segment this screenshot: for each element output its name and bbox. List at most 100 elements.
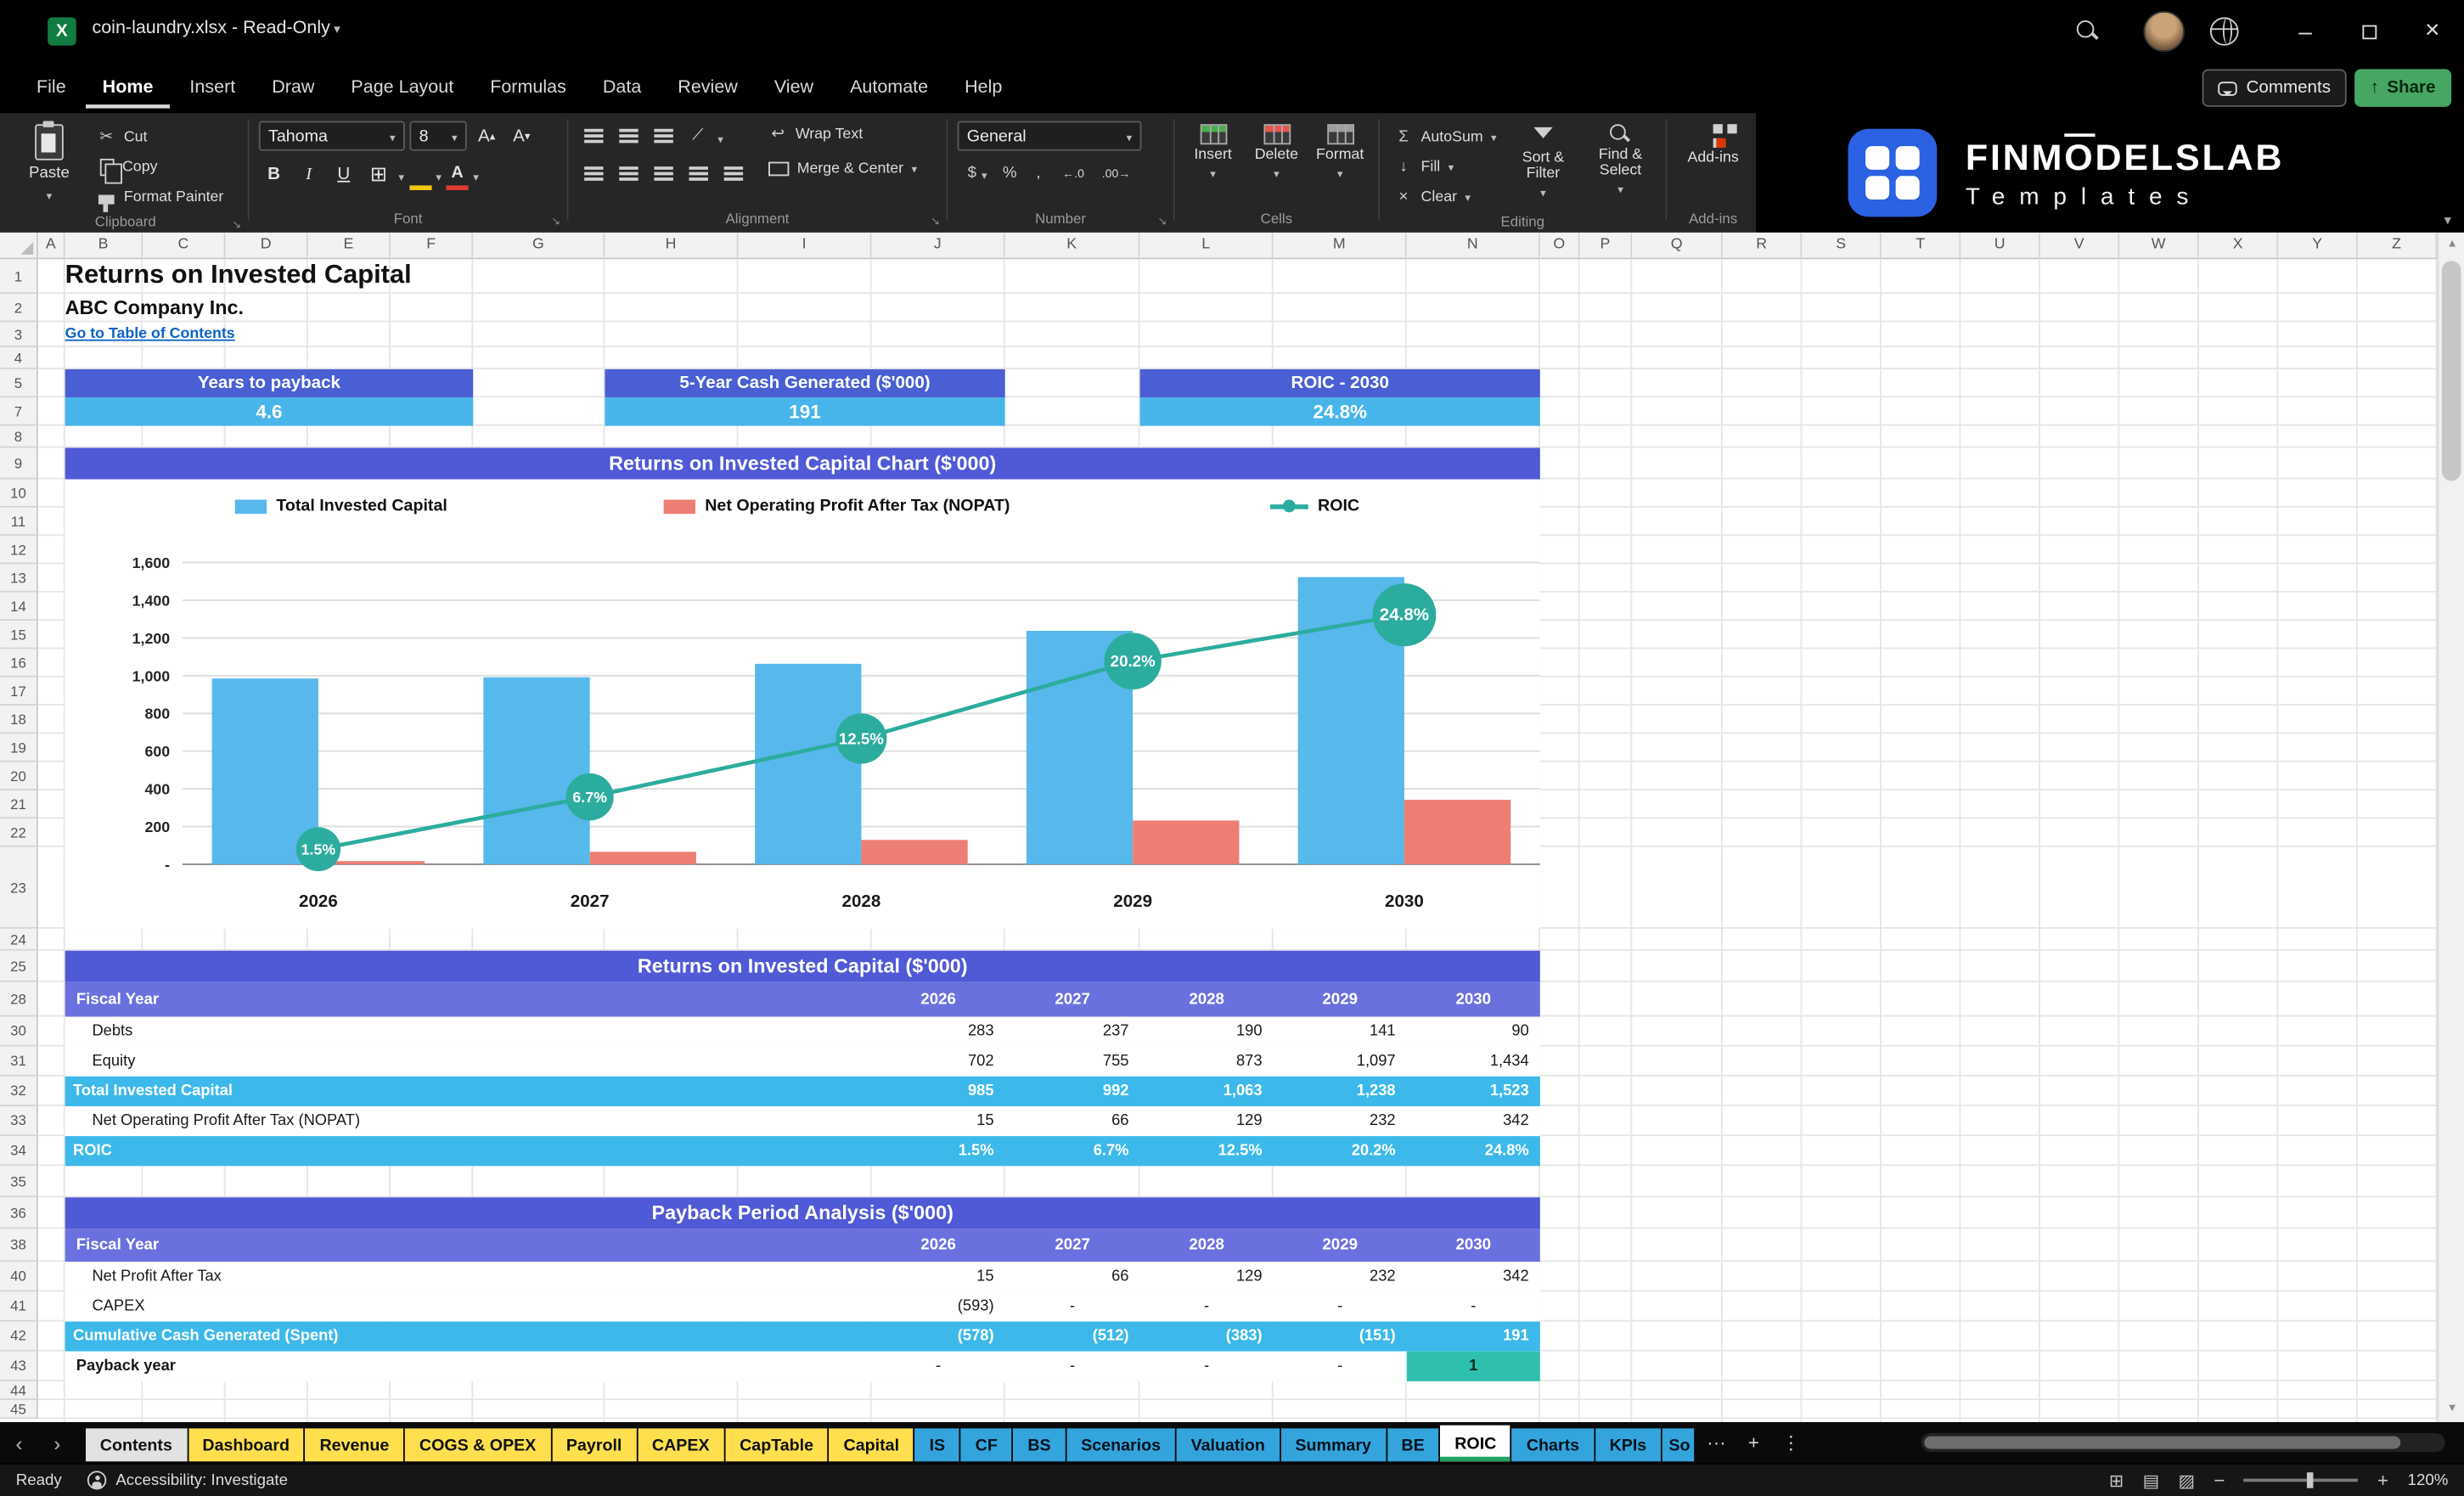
column-header-L[interactable]: L xyxy=(1139,232,1274,260)
column-header-O[interactable]: O xyxy=(1539,232,1580,260)
align-center-button[interactable] xyxy=(613,159,644,188)
sheet-tab-bs[interactable]: BS xyxy=(1013,1428,1066,1462)
cell-cumulative-cash-generated-spent--2028[interactable]: (383) xyxy=(1140,1322,1274,1352)
align-left-button[interactable] xyxy=(578,159,609,188)
column-header-R[interactable]: R xyxy=(1722,232,1803,260)
row-header-34[interactable]: 34 xyxy=(0,1136,38,1167)
vertical-scroll-thumb[interactable] xyxy=(2441,261,2461,481)
column-header-X[interactable]: X xyxy=(2198,232,2279,260)
table-banner-1[interactable]: Returns on Invested Capital ($'000) xyxy=(65,950,1540,982)
ribbon-tab-insert[interactable]: Insert xyxy=(172,69,253,108)
table-row[interactable]: Equity 702 755 873 1,097 1,434 xyxy=(65,1046,1540,1077)
sheet-tab-revenue[interactable]: Revenue xyxy=(305,1428,404,1462)
column-header-N[interactable]: N xyxy=(1406,232,1540,260)
row-header-35[interactable]: 35 xyxy=(0,1166,38,1198)
minimize-button[interactable] xyxy=(2274,0,2337,63)
font-color-button[interactable] xyxy=(446,163,469,190)
cell-debts-2027[interactable]: 237 xyxy=(1005,1016,1140,1046)
zoom-slider[interactable] xyxy=(2243,1472,2359,1488)
sheet-tab-is[interactable]: IS xyxy=(914,1428,959,1462)
number-format-combo[interactable]: General xyxy=(957,121,1142,151)
cut-button[interactable]: Cut xyxy=(92,124,228,150)
cell-total-invested-capital-2030[interactable]: 1,523 xyxy=(1407,1077,1540,1106)
dialog-launcher-icon[interactable] xyxy=(1157,212,1167,234)
cell-equity-2030[interactable]: 1,434 xyxy=(1407,1047,1540,1077)
scroll-up-icon[interactable]: ▲ xyxy=(2439,233,2464,258)
column-header-I[interactable]: I xyxy=(738,232,872,260)
roic-chart[interactable]: Total Invested Capital Net Operating Prof… xyxy=(65,479,1540,929)
sheet-nav-left-icon[interactable]: ‹ xyxy=(0,1431,38,1454)
column-header-G[interactable]: G xyxy=(473,232,605,260)
paste-button[interactable]: Paste xyxy=(13,121,86,205)
row-header-20[interactable]: 20 xyxy=(0,762,38,790)
sheet-tab-valuation[interactable]: Valuation xyxy=(1176,1428,1280,1462)
delete-cells-button[interactable]: Delete xyxy=(1248,121,1305,184)
row-header-38[interactable]: 38 xyxy=(0,1229,38,1263)
zoom-in-icon[interactable]: + xyxy=(2377,1469,2388,1491)
page-layout-view-icon[interactable]: ▤ xyxy=(2143,1470,2159,1490)
row-header-44[interactable]: 44 xyxy=(0,1381,38,1401)
row-header-41[interactable]: 41 xyxy=(0,1291,38,1322)
row-header-11[interactable]: 11 xyxy=(0,507,38,537)
row-header-31[interactable]: 31 xyxy=(0,1046,38,1077)
decrease-indent-button[interactable] xyxy=(683,159,713,188)
column-header-Z[interactable]: Z xyxy=(2357,232,2438,260)
row-header-15[interactable]: 15 xyxy=(0,621,38,650)
ribbon-tab-formulas[interactable]: Formulas xyxy=(473,69,584,108)
row-header-24[interactable]: 24 xyxy=(0,928,38,951)
table-row[interactable]: Cumulative Cash Generated (Spent) (578) (5… xyxy=(65,1321,1540,1352)
ribbon-tab-page-layout[interactable]: Page Layout xyxy=(334,69,471,108)
wrap-text-button[interactable]: Wrap Text xyxy=(763,121,921,148)
column-header-T[interactable]: T xyxy=(1881,232,1961,260)
table-row[interactable]: Net Operating Profit After Tax (NOPAT) 15… xyxy=(65,1105,1540,1137)
cell-net-profit-after-tax-2029[interactable]: 232 xyxy=(1274,1262,1407,1291)
row-header-28[interactable]: 28 xyxy=(0,981,38,1017)
ribbon-tab-data[interactable]: Data xyxy=(585,69,659,108)
increase-indent-button[interactable] xyxy=(717,159,748,188)
cell-net-profit-after-tax-2028[interactable]: 129 xyxy=(1140,1262,1274,1291)
cell-cumulative-cash-generated-spent--2027[interactable]: (512) xyxy=(1005,1322,1140,1352)
cell-cumulative-cash-generated-spent--2030[interactable]: 191 xyxy=(1407,1322,1540,1352)
more-sheets-button[interactable]: ··· xyxy=(1707,1431,1725,1454)
table-row[interactable]: ROIC 1.5% 6.7% 12.5% 20.2% 24.8% xyxy=(65,1136,1540,1167)
bold-button[interactable] xyxy=(259,159,290,188)
column-header-M[interactable]: M xyxy=(1273,232,1407,260)
row-header-42[interactable]: 42 xyxy=(0,1321,38,1352)
comments-button[interactable]: Comments xyxy=(2202,69,2347,107)
cell-capex-2029[interactable]: - xyxy=(1274,1291,1407,1321)
column-header-W[interactable]: W xyxy=(2119,232,2199,260)
cell-capex-2030[interactable]: - xyxy=(1407,1291,1540,1321)
page-break-view-icon[interactable]: ▨ xyxy=(2178,1470,2194,1490)
cell-roic-2028[interactable]: 12.5% xyxy=(1140,1136,1274,1166)
column-header-Y[interactable]: Y xyxy=(2278,232,2358,260)
sheet-tab-capex[interactable]: CAPEX xyxy=(638,1428,724,1462)
sheet-tab-summary[interactable]: Summary xyxy=(1280,1428,1386,1462)
font-size-combo[interactable]: 8 xyxy=(409,121,467,151)
sheet-tab-payroll[interactable]: Payroll xyxy=(552,1428,637,1462)
align-top-button[interactable] xyxy=(578,121,609,151)
cell-cumulative-cash-generated-spent--2029[interactable]: (151) xyxy=(1274,1322,1407,1352)
copy-button[interactable]: Copy xyxy=(92,154,228,184)
cell-net-profit-after-tax-2026[interactable]: 15 xyxy=(872,1262,1005,1291)
insert-cells-button[interactable]: Insert xyxy=(1184,121,1241,184)
dialog-launcher-icon[interactable] xyxy=(551,212,560,234)
cell-roic-2029[interactable]: 20.2% xyxy=(1274,1136,1407,1166)
autosum-button[interactable]: AutoSum xyxy=(1389,124,1501,150)
row-header-5[interactable]: 5 xyxy=(0,368,38,398)
horizontal-scrollbar[interactable] xyxy=(1921,1432,2445,1453)
table-row[interactable]: Payback year - - - -1 xyxy=(65,1351,1540,1381)
row-header-43[interactable]: 43 xyxy=(0,1351,38,1381)
horizontal-scroll-thumb[interactable] xyxy=(1924,1436,2401,1449)
sort-filter-button[interactable]: Sort & Filter xyxy=(1508,121,1579,203)
row-header-45[interactable]: 45 xyxy=(0,1400,38,1420)
clear-button[interactable]: Clear xyxy=(1389,184,1501,211)
column-header-B[interactable]: B xyxy=(65,232,143,260)
borders-button[interactable] xyxy=(363,159,394,188)
cell-total-invested-capital-2028[interactable]: 1,063 xyxy=(1140,1077,1274,1106)
row-header-25[interactable]: 25 xyxy=(0,950,38,982)
table-row[interactable]: Total Invested Capital 985 992 1,063 1,238 1,… xyxy=(65,1076,1540,1106)
row-header-22[interactable]: 22 xyxy=(0,818,38,847)
cell-debts-2028[interactable]: 190 xyxy=(1140,1016,1274,1046)
accessibility-status[interactable]: Accessibility: Investigate xyxy=(87,1471,288,1490)
search-icon[interactable] xyxy=(2076,20,2099,42)
